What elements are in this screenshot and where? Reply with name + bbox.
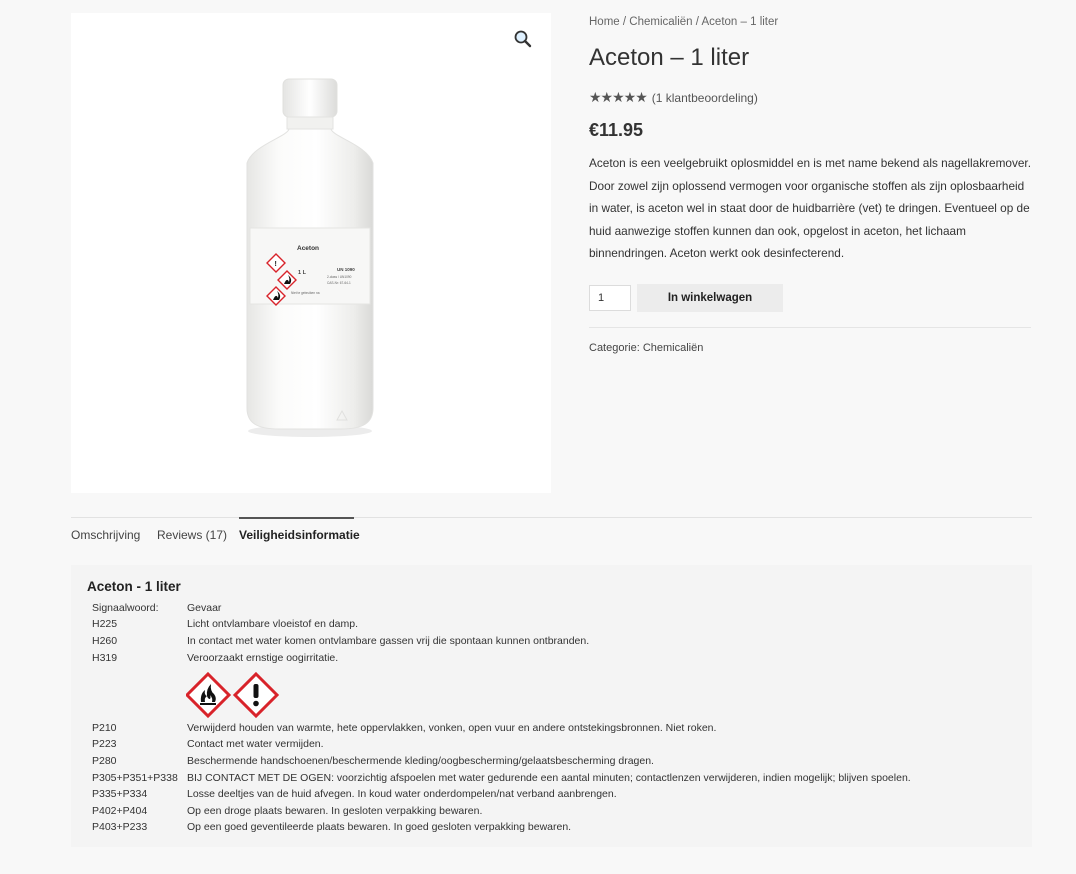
hazard-text: In contact met water komen ontvlambare g… (187, 635, 590, 647)
product-price: €11.95 (589, 120, 644, 140)
label-sub: 2-class / UN1090 (327, 275, 352, 279)
hazard-text: Veroorzaakt ernstige oogirritatie. (187, 652, 339, 664)
hazard-text: Gevaar (187, 602, 222, 614)
breadcrumb-home[interactable]: Home (589, 16, 620, 28)
label-un: UN 1090 (337, 267, 355, 272)
exclamation-pictogram-icon (232, 672, 280, 719)
category-label: Categorie: (589, 342, 643, 354)
precaution-text: BIJ CONTACT MET DE OGEN: voorzichtig afs… (187, 772, 911, 784)
divider (589, 327, 1031, 328)
label-note: Niet te gebruiken na (291, 291, 320, 295)
precaution-text: Op een droge plaats bewaren. In gesloten… (187, 805, 483, 817)
precaution-code: P335+P334 (92, 788, 148, 800)
safety-panel: Aceton - 1 liter Signaalwoord: Gevaar H2… (71, 565, 1032, 847)
add-to-cart-button[interactable]: In winkelwagen (637, 284, 783, 312)
label-cas: CAS-Nr: 67-64-1 (327, 281, 351, 285)
precaution-text: Losse deeltjes van de huid afvegen. In k… (187, 788, 617, 800)
tab-reviews[interactable]: Reviews (17) (157, 528, 227, 542)
label-volume: 1 L (298, 270, 307, 276)
breadcrumb-category[interactable]: Chemicaliën (629, 16, 692, 28)
hazard-code: H225 (92, 618, 118, 630)
breadcrumb: Home / Chemicaliën / Aceton – 1 liter (589, 16, 778, 28)
precaution-code: P280 (92, 755, 117, 767)
precaution-text: Beschermende handschoenen/beschermende k… (187, 755, 654, 767)
hazard-code: H260 (92, 635, 118, 647)
review-count-link[interactable]: (1 klantbeoordeling) (652, 91, 758, 105)
safety-title: Aceton - 1 liter (87, 579, 181, 594)
breadcrumb-separator: / (619, 16, 630, 28)
product-description: Aceton is een veelgebruikt oplosmiddel e… (589, 156, 1031, 260)
quantity-input[interactable] (589, 285, 631, 311)
precaution-code: P223 (92, 738, 117, 750)
hazard-text: Licht ontvlambare vloeistof en damp. (187, 618, 359, 630)
flame-pictogram-icon (186, 672, 232, 719)
svg-text:!: ! (275, 261, 277, 268)
precaution-code: P403+P233 (92, 821, 148, 833)
product-image[interactable]: Aceton 1 L UN 1090 2-class / UN1090 CAS-… (71, 13, 551, 493)
precaution-text: Verwijderd houden van warmte, hete opper… (187, 722, 717, 734)
tab-omschrijving[interactable]: Omschrijving (71, 528, 140, 542)
product-title: Aceton – 1 liter (589, 44, 750, 71)
star-rating-icon: ★★★★★ (589, 89, 648, 105)
category-link[interactable]: Chemicaliën (643, 342, 704, 354)
label-title: Aceton (297, 245, 319, 252)
hazard-code: Signaalwoord: (92, 602, 159, 614)
ghs-pictograms (186, 672, 280, 719)
active-tab-indicator (239, 517, 354, 519)
precaution-text: Op een goed geventileerde plaats bewaren… (187, 821, 572, 833)
hazard-code: H319 (92, 652, 118, 664)
precaution-text: Contact met water vermijden. (187, 738, 324, 750)
precaution-code: P402+P404 (92, 805, 148, 817)
product-rating: ★★★★★ (1 klantbeoordeling) (589, 89, 758, 106)
magnifier-icon[interactable] (513, 29, 533, 49)
product-meta: Categorie: Chemicaliën (589, 342, 703, 354)
precaution-code: P305+P351+P338 (92, 772, 178, 784)
precaution-code: P210 (92, 722, 117, 734)
bottle-illustration: Aceton 1 L UN 1090 2-class / UN1090 CAS-… (246, 78, 374, 437)
tab-veiligheidsinformatie[interactable]: Veiligheidsinformatie (239, 528, 360, 542)
breadcrumb-current: Aceton – 1 liter (701, 16, 779, 28)
breadcrumb-separator: / (692, 16, 702, 28)
tabs-divider (71, 517, 1032, 518)
